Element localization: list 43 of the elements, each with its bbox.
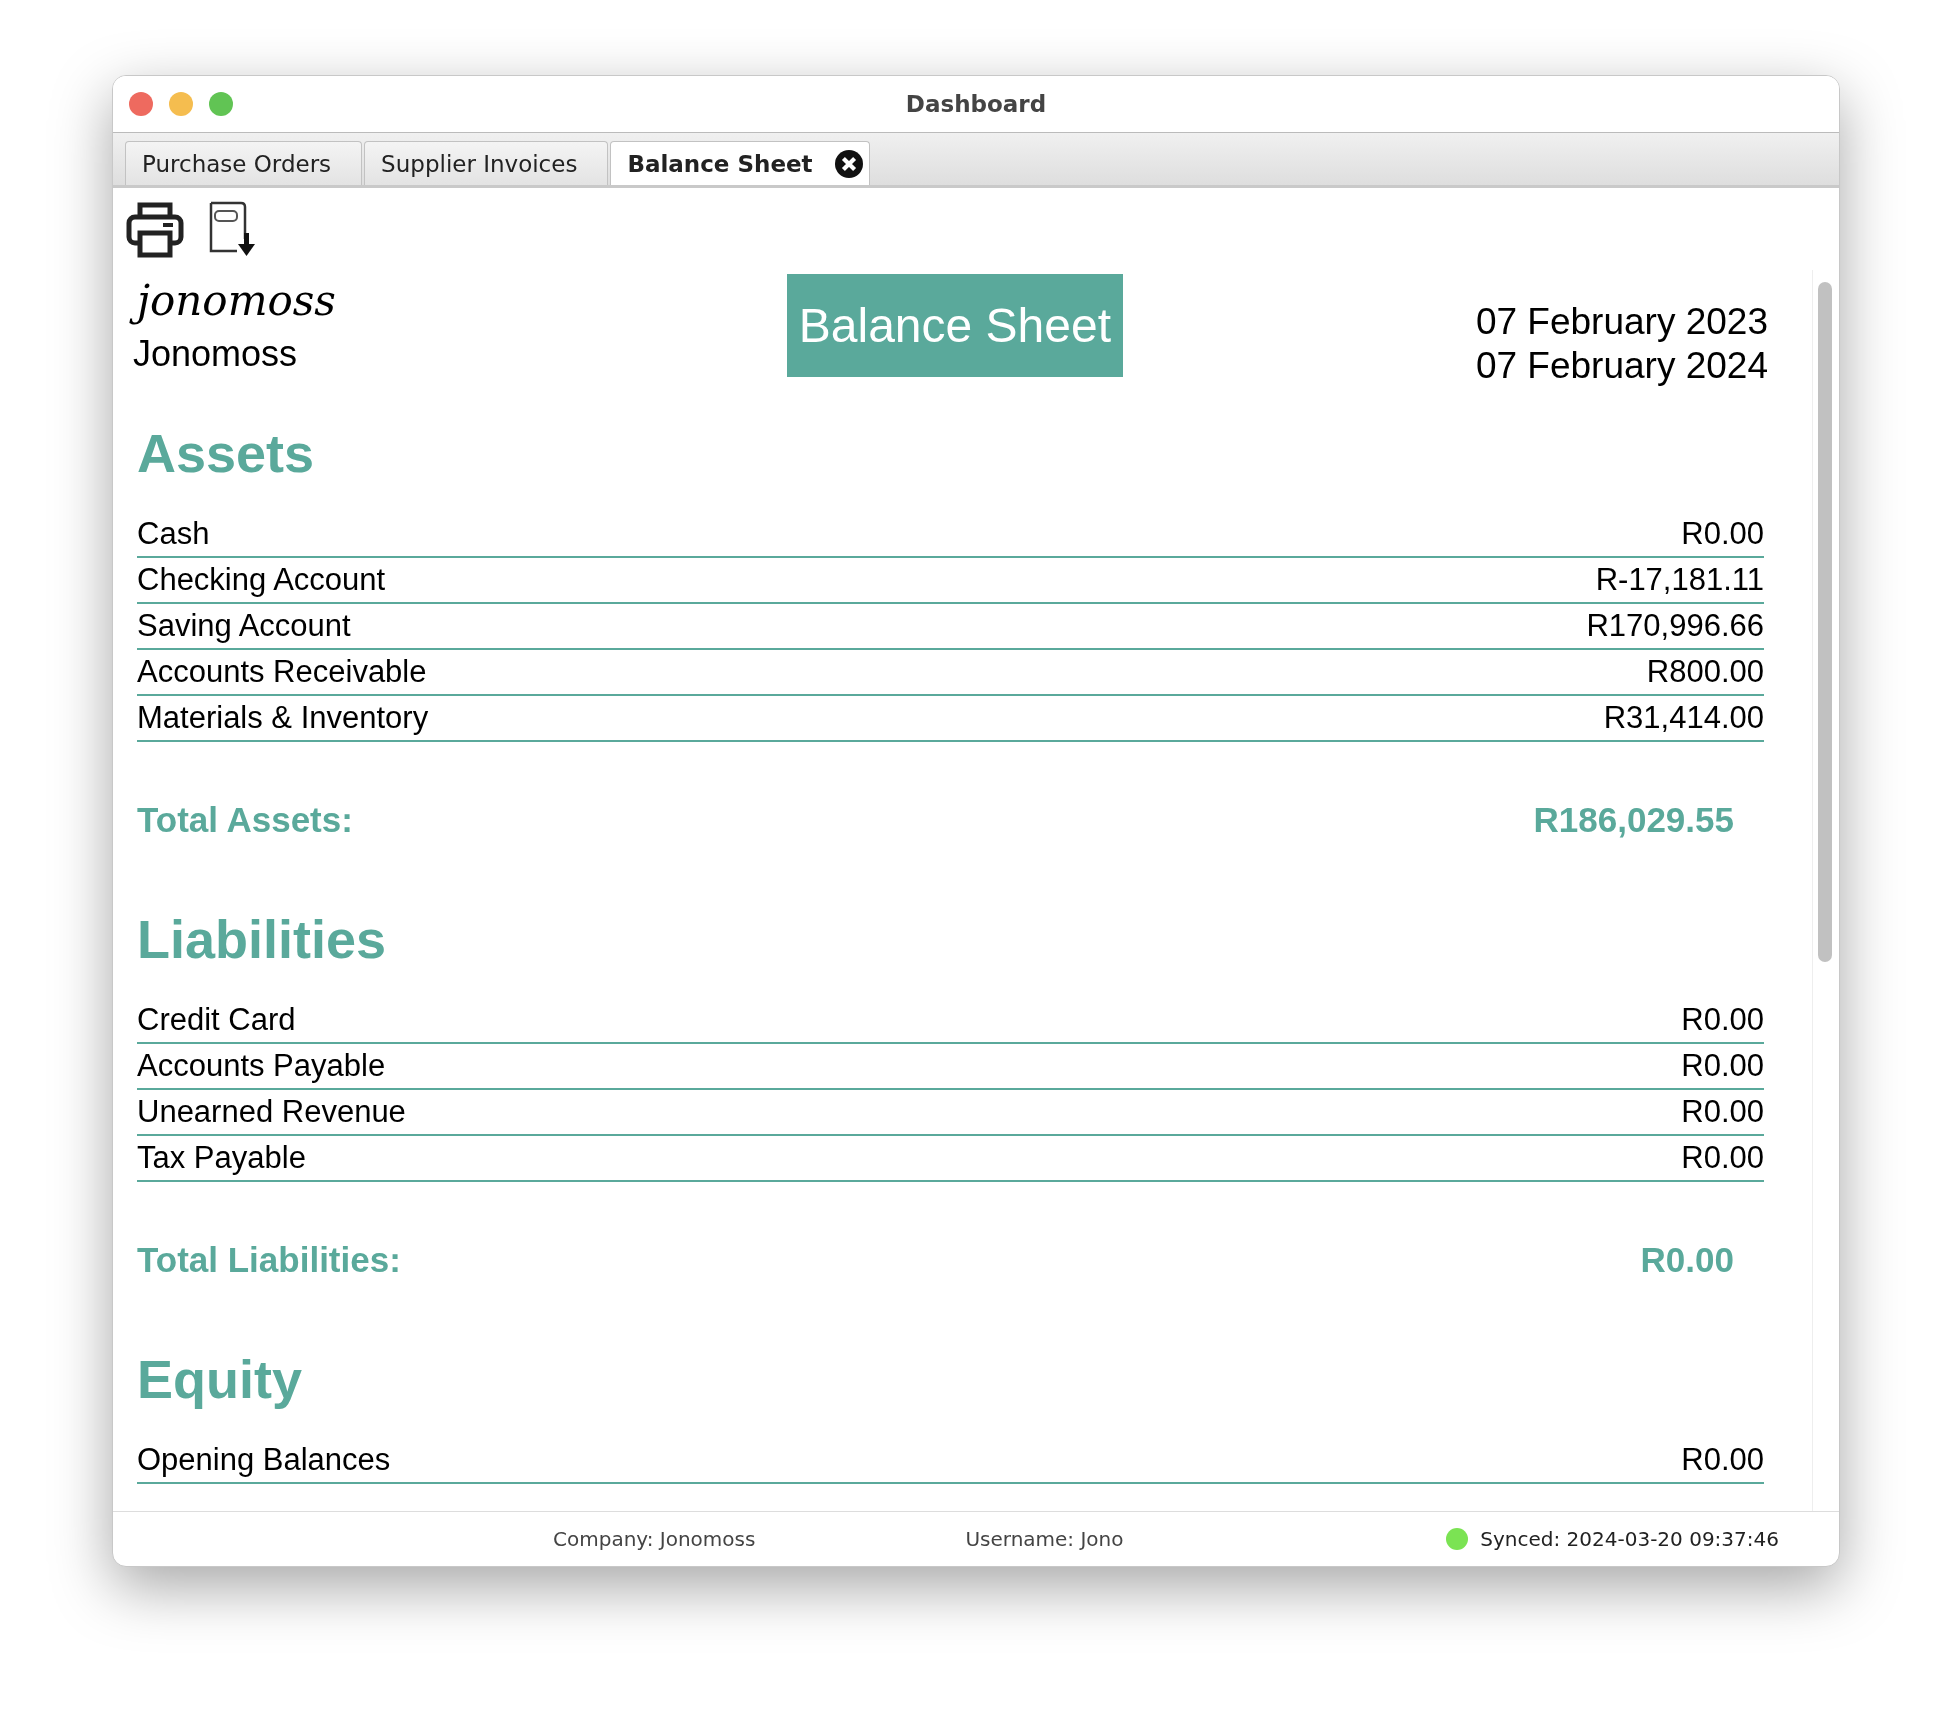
- account-amount: R0.00: [1681, 1442, 1764, 1478]
- account-name: Opening Balances: [137, 1442, 391, 1478]
- close-window-button[interactable]: [129, 92, 153, 116]
- account-name: Tax Payable: [137, 1140, 306, 1176]
- scrollbar-thumb[interactable]: [1818, 282, 1832, 962]
- account-amount: R0.00: [1681, 1094, 1764, 1130]
- account-amount: R0.00: [1681, 516, 1764, 552]
- tab[interactable]: Purchase Orders: [125, 141, 363, 185]
- account-amount: R0.00: [1681, 1002, 1764, 1038]
- total-label: Total Liabilities:: [137, 1240, 401, 1280]
- status-company: Company: Jonomoss: [553, 1527, 756, 1551]
- account-name: Accounts Payable: [137, 1048, 386, 1084]
- account-amount: R0.00: [1681, 1140, 1764, 1176]
- account-name: Checking Account: [137, 562, 386, 598]
- report-title: Balance Sheet: [786, 274, 1123, 377]
- section-heading: Equity: [137, 1348, 303, 1410]
- account-name: Accounts Receivable: [137, 654, 427, 690]
- total-label: Total Assets:: [137, 800, 353, 840]
- section-heading: Assets: [137, 422, 316, 484]
- account-amount: R-17,181.11: [1595, 562, 1764, 598]
- report-date: 07 February 2024: [1475, 344, 1768, 388]
- section-heading: Liabilities: [137, 908, 388, 970]
- account-amount: R170,996.66: [1586, 608, 1764, 644]
- minimize-window-button[interactable]: [169, 92, 193, 116]
- account-name: Cash: [137, 516, 210, 552]
- tab[interactable]: Balance Sheet: [610, 141, 870, 185]
- tab[interactable]: Supplier Invoices: [364, 141, 609, 185]
- account-name: Materials & Inventory: [137, 700, 429, 736]
- account-amount: R800.00: [1646, 654, 1764, 690]
- zoom-window-button[interactable]: [209, 92, 233, 116]
- company-name: Jonomoss: [133, 332, 299, 376]
- status-username: Username: Jono: [965, 1527, 1124, 1551]
- total-amount: R0.00: [1640, 1240, 1734, 1280]
- account-amount: R0.00: [1681, 1048, 1764, 1084]
- sync-status-text: Synced: 2024-03-20 09:37:46: [1480, 1527, 1779, 1551]
- account-name: Saving Account: [137, 608, 351, 644]
- account-amount: R31,414.00: [1603, 700, 1764, 736]
- close-icon[interactable]: [834, 149, 863, 178]
- report-date: 07 February 2023: [1475, 300, 1768, 344]
- account-name: Unearned Revenue: [137, 1094, 406, 1130]
- total-amount: R186,029.55: [1533, 800, 1734, 840]
- account-name: Credit Card: [137, 1002, 296, 1038]
- window-title: Dashboard: [905, 91, 1047, 117]
